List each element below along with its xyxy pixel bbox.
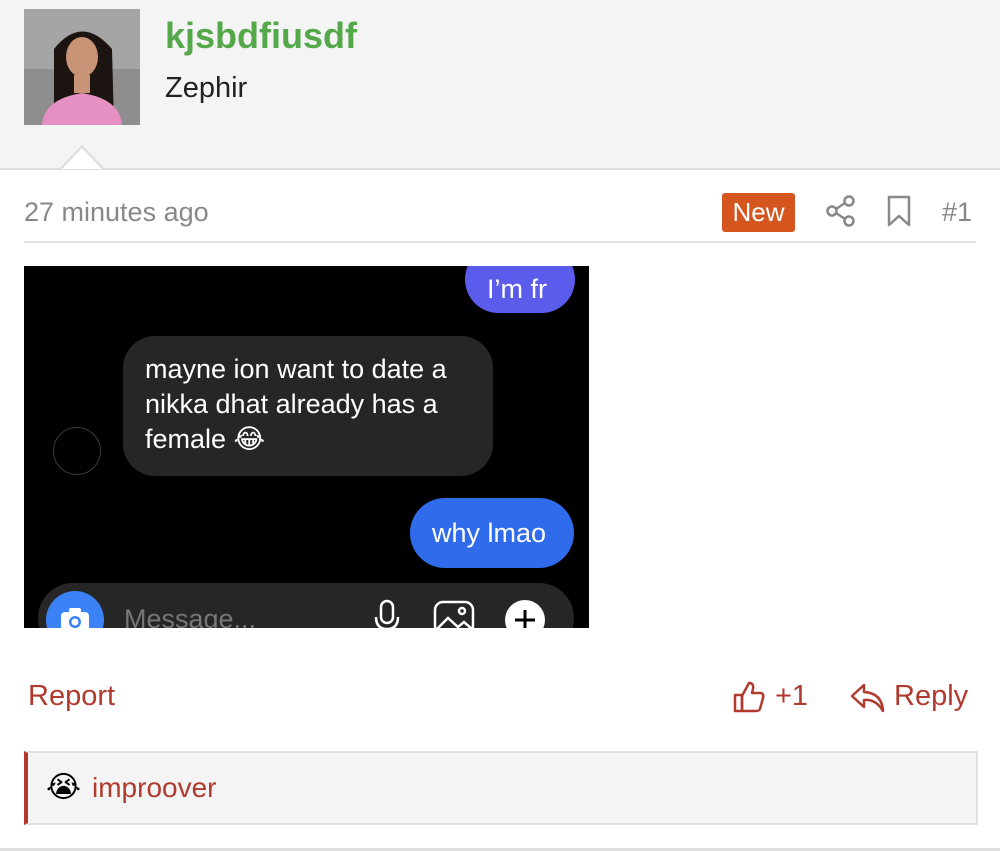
post-timestamp[interactable]: 27 minutes ago (24, 197, 209, 228)
chat-bubble-sent: I’m fr (465, 266, 575, 313)
post-author-header: kjsbdfiusdf Zephir (0, 0, 1000, 170)
chat-bubble-sent: why lmao (410, 498, 574, 568)
microphone-icon (370, 598, 404, 628)
reactions-bar[interactable]: 😭 improover (24, 751, 978, 825)
chat-avatar-placeholder (53, 427, 101, 475)
author-title: Zephir (165, 72, 248, 104)
chat-bubble-line: mayne ion want to date a (145, 354, 447, 384)
message-placeholder: Message... (124, 604, 257, 628)
reply-label: Reply (894, 680, 969, 712)
avatar[interactable] (24, 9, 140, 125)
new-badge: New (722, 193, 795, 232)
reaction-user[interactable]: improover (92, 772, 216, 804)
chat-bubble-line: female 😂 (145, 424, 266, 454)
post-actions: Report +1 Reply (24, 676, 976, 720)
thumbs-up-icon (733, 681, 765, 713)
bookmark-icon[interactable] (886, 195, 912, 227)
gallery-icon (432, 598, 476, 628)
post-attachment-image[interactable]: I’m fr mayne ion want to date a nikka dh… (24, 266, 589, 628)
author-username[interactable]: kjsbdfiusdf (165, 15, 357, 57)
post-meta-row: 27 minutes ago New #1 (24, 189, 976, 243)
share-icon[interactable] (824, 194, 858, 228)
report-link[interactable]: Report (28, 680, 115, 713)
chat-bubble-line: nikka dhat already has a (145, 389, 438, 419)
chat-bubble-text: I’m fr (487, 274, 547, 304)
chat-bubble-received: mayne ion want to date a nikka dhat alre… (123, 336, 493, 476)
plus-icon (504, 599, 546, 628)
reply-icon (850, 683, 885, 713)
reaction-emoji: 😭 (46, 771, 82, 804)
camera-icon (46, 591, 104, 628)
like-count: +1 (775, 680, 809, 712)
chat-bubble-text: why lmao (432, 518, 547, 548)
header-caret-inner (62, 148, 102, 169)
message-composer: Message... (38, 583, 574, 628)
post-number[interactable]: #1 (942, 197, 972, 228)
